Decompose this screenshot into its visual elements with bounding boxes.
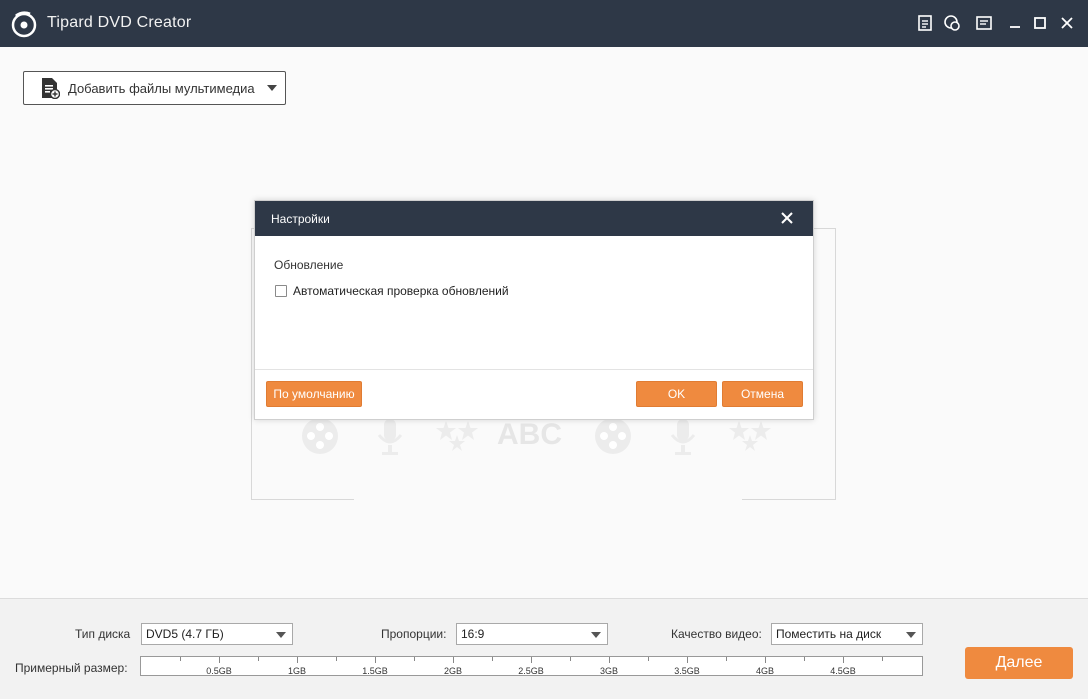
stars-icon (436, 421, 478, 451)
size-bar-tick-label: 1GB (287, 666, 307, 676)
size-bar-tick (687, 657, 688, 663)
size-bar-tick-label: 3.5GB (674, 666, 700, 676)
title-bar: Tipard DVD Creator (0, 0, 1088, 47)
disc-type-value: DVD5 (4.7 ГБ) (146, 627, 224, 641)
dialog-divider (255, 369, 813, 370)
size-bar-tick-label: 2GB (443, 666, 463, 676)
size-bar-tick (180, 657, 181, 661)
microphone-icon (377, 419, 403, 455)
menu-icon[interactable] (975, 14, 993, 32)
quality-select[interactable]: Поместить на диск (771, 623, 923, 645)
cancel-button[interactable]: Отмена (722, 381, 803, 407)
chevron-down-icon (906, 632, 916, 638)
aspect-label: Пропорции: (381, 627, 447, 641)
close-icon[interactable] (1058, 14, 1076, 32)
bottom-panel: Тип диска DVD5 (4.7 ГБ) Пропорции: 16:9 … (0, 598, 1088, 699)
microphone-icon (670, 419, 696, 455)
size-bar-tick (843, 657, 844, 663)
film-reel-icon (302, 418, 338, 454)
size-bar-tick (648, 657, 649, 661)
settings-dialog: Настройки Обновление Автоматическая пров… (254, 200, 814, 420)
size-bar-tick (531, 657, 532, 663)
dialog-close-icon[interactable] (779, 210, 795, 226)
size-bar-tick (414, 657, 415, 661)
size-bar-tick (726, 657, 727, 661)
quality-label: Качество видео: (671, 627, 762, 641)
auto-update-checkbox[interactable] (275, 285, 287, 297)
size-bar-tick-label: 4.5GB (830, 666, 856, 676)
feedback-icon[interactable] (943, 14, 961, 32)
stars-icon (729, 421, 771, 451)
size-bar-tick (570, 657, 571, 661)
add-media-label: Добавить файлы мультимедиа (68, 80, 255, 96)
disc-type-select[interactable]: DVD5 (4.7 ГБ) (141, 623, 293, 645)
size-bar-tick (297, 657, 298, 663)
minimize-icon[interactable] (1006, 14, 1024, 32)
size-bar-tick (375, 657, 376, 663)
update-section-label: Обновление (274, 258, 344, 272)
size-bar-tick (453, 657, 454, 663)
dialog-header: Настройки (255, 201, 813, 236)
size-bar-tick (492, 657, 493, 661)
ok-button[interactable]: OK (636, 381, 717, 407)
size-bar-tick (258, 657, 259, 661)
chevron-down-icon[interactable] (266, 85, 277, 91)
size-bar-tick (804, 657, 805, 661)
add-file-icon (42, 78, 60, 99)
app-title: Tipard DVD Creator (47, 14, 192, 31)
aspect-select[interactable]: 16:9 (456, 623, 608, 645)
size-label: Примерный размер: (15, 661, 128, 675)
quality-value: Поместить на диск (776, 627, 882, 641)
register-icon[interactable] (916, 14, 934, 32)
next-button[interactable]: Далее (965, 647, 1073, 679)
chevron-down-icon (276, 632, 286, 638)
size-bar-tick (765, 657, 766, 663)
auto-update-label[interactable]: Автоматическая проверка обновлений (293, 284, 509, 298)
auto-update-checkbox-row[interactable]: Автоматическая проверка обновлений (275, 284, 509, 298)
size-bar-tick-label: 2.5GB (518, 666, 544, 676)
size-bar-tick (219, 657, 220, 663)
size-bar-tick (609, 657, 610, 663)
size-bar-tick-label: 3GB (599, 666, 619, 676)
size-bar: 0.5GB 1GB 1.5GB 2GB 2.5GB 3GB 3.5GB 4GB 4.5GB (140, 656, 923, 676)
size-bar-tick (882, 657, 883, 661)
size-bar-tick-label: 0.5GB (206, 666, 232, 676)
disc-type-label: Тип диска (75, 627, 131, 641)
default-button[interactable]: По умолчанию (266, 381, 362, 407)
size-bar-tick-label: 4GB (755, 666, 775, 676)
chevron-down-icon (591, 632, 601, 638)
size-bar-tick-label: 1.5GB (362, 666, 388, 676)
app-logo-icon (11, 11, 37, 38)
size-bar-tick (336, 657, 337, 661)
add-media-button[interactable]: Добавить файлы мультимедиа (23, 71, 286, 105)
aspect-value: 16:9 (461, 627, 485, 641)
maximize-icon[interactable] (1031, 14, 1049, 32)
film-reel-icon (595, 418, 631, 454)
dialog-title: Настройки (271, 212, 330, 226)
subtitle-abc-icon: ABC (497, 418, 562, 451)
